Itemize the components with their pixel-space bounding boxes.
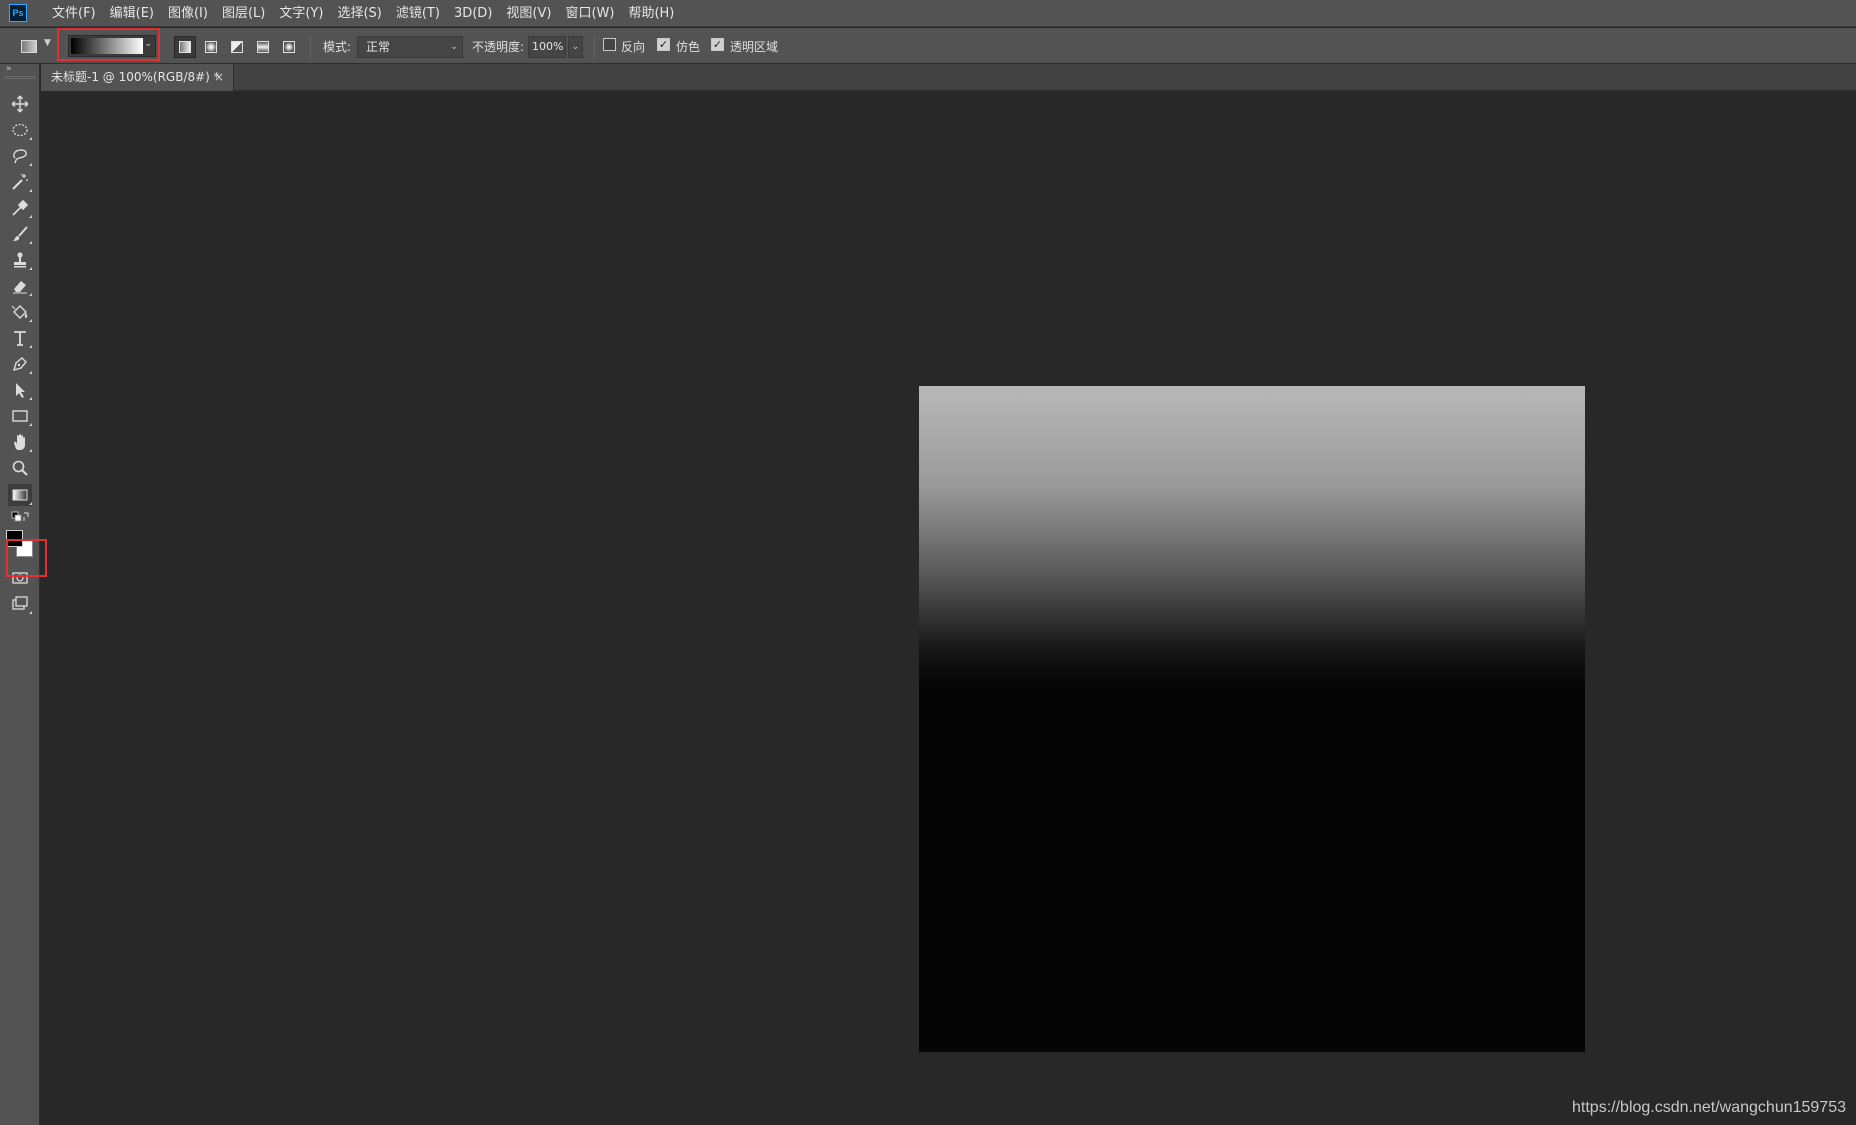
magic-wand-icon — [12, 173, 28, 190]
document-canvas[interactable] — [919, 386, 1585, 1052]
linear-gradient-icon — [179, 41, 191, 53]
menu-window[interactable]: 窗口(W) — [558, 0, 621, 27]
document-tab[interactable]: 未标题-1 @ 100%(RGB/8#) * × — [41, 64, 234, 91]
brush-icon — [13, 226, 28, 241]
options-divider — [594, 36, 595, 58]
collapse-panel-icon[interactable]: » — [6, 64, 12, 74]
stamp-icon — [14, 252, 26, 268]
menu-edit[interactable]: 编辑(E) — [103, 0, 161, 27]
opacity-input[interactable]: 100% — [528, 36, 566, 58]
menu-help[interactable]: 帮助(H) — [621, 0, 681, 27]
menu-view[interactable]: 视图(V) — [499, 0, 558, 27]
dither-label: 仿色 — [676, 40, 701, 54]
panel-grip[interactable] — [4, 76, 36, 79]
elliptical-marquee-tool[interactable] — [8, 119, 32, 141]
angle-gradient-button[interactable] — [226, 36, 248, 58]
gradient-picker[interactable]: ⌄ — [68, 35, 156, 57]
reverse-checkbox[interactable] — [603, 38, 616, 51]
hand-icon — [14, 434, 25, 450]
transparency-checkbox[interactable]: ✓ — [711, 38, 724, 51]
gradient-icon — [12, 489, 28, 501]
move-tool[interactable] — [8, 93, 32, 115]
diamond-gradient-button[interactable] — [278, 36, 300, 58]
clone-stamp-tool[interactable] — [8, 249, 32, 271]
reflected-gradient-button[interactable] — [252, 36, 274, 58]
menu-select[interactable]: 选择(S) — [330, 0, 388, 27]
menu-layer[interactable]: 图层(L) — [215, 0, 272, 27]
pen-tool[interactable] — [8, 353, 32, 375]
watermark: https://blog.csdn.net/wangchun159753 — [1572, 1099, 1846, 1116]
menu-file[interactable]: 文件(F) — [45, 0, 103, 27]
gradient-tool-highlight — [6, 539, 47, 577]
chevron-down-icon[interactable]: ⌄ — [144, 39, 152, 49]
diamond-gradient-icon — [283, 41, 295, 53]
gradient-tool-preset-icon — [21, 40, 37, 53]
angle-gradient-icon — [231, 41, 243, 53]
chevron-down-icon[interactable]: ▼ — [44, 38, 51, 48]
linear-gradient-button[interactable] — [174, 36, 196, 58]
brush-tool[interactable] — [8, 223, 32, 245]
menu-3d[interactable]: 3D(D) — [447, 0, 499, 27]
gradient-swatch[interactable] — [71, 38, 143, 54]
radial-gradient-button[interactable] — [200, 36, 222, 58]
rectangle-icon — [12, 410, 28, 422]
screen-mode-button[interactable] — [8, 593, 32, 615]
workspace[interactable] — [41, 92, 1856, 1125]
rectangle-tool[interactable] — [8, 405, 32, 427]
lasso-tool[interactable] — [8, 145, 32, 167]
eraser-tool[interactable] — [8, 275, 32, 297]
paint-bucket-icon — [11, 305, 28, 319]
type-tool[interactable] — [8, 327, 32, 349]
type-icon — [14, 331, 26, 346]
zoom-tool[interactable] — [8, 457, 32, 479]
menu-bar: Ps 文件(F) 编辑(E) 图像(I) 图层(L) 文字(Y) 选择(S) 滤… — [0, 0, 1856, 27]
tool-preset-picker[interactable] — [18, 37, 42, 57]
options-bar: ▼ ⌄ 模式: 正常 ⌄ 不透明度: 100% ⌄ 反向 ✓ 仿色 ✓ 透明区域 — [0, 28, 1856, 64]
default-colors-button[interactable] — [8, 510, 32, 524]
photoshop-logo-icon[interactable]: Ps — [9, 4, 27, 22]
menu-image[interactable]: 图像(I) — [161, 0, 215, 27]
eyedropper-icon — [12, 199, 29, 216]
path-select-icon — [16, 383, 25, 398]
screen-mode-icon — [12, 596, 28, 610]
mode-select[interactable]: 正常 ⌄ — [357, 36, 463, 58]
path-selection-tool[interactable] — [8, 379, 32, 401]
pen-icon — [12, 357, 27, 372]
document-tab-title: 未标题-1 @ 100%(RGB/8#) * — [51, 70, 220, 84]
lasso-icon — [13, 149, 27, 164]
options-divider — [310, 36, 311, 58]
menu-filter[interactable]: 滤镜(T) — [389, 0, 447, 27]
gradient-tool[interactable] — [8, 484, 32, 506]
menu-type[interactable]: 文字(Y) — [272, 0, 330, 27]
close-icon[interactable]: × — [214, 64, 224, 91]
radial-gradient-icon — [205, 41, 217, 53]
opacity-dropdown-button[interactable]: ⌄ — [568, 36, 583, 58]
reverse-label: 反向 — [621, 40, 646, 54]
opacity-value: 100% — [532, 40, 564, 53]
dither-checkbox[interactable]: ✓ — [657, 38, 670, 51]
hand-tool[interactable] — [8, 431, 32, 453]
eraser-icon — [13, 281, 27, 294]
magic-wand-tool[interactable] — [8, 171, 32, 193]
transparency-label: 透明区域 — [730, 40, 779, 54]
ellipse-marquee-icon — [12, 123, 28, 137]
mode-label: 模式: — [323, 40, 352, 54]
reflected-gradient-icon — [257, 41, 269, 53]
opacity-label: 不透明度: — [472, 40, 525, 54]
eyedropper-tool[interactable] — [8, 197, 32, 219]
move-icon — [11, 95, 29, 113]
document-tab-bar: 未标题-1 @ 100%(RGB/8#) * × — [41, 64, 1856, 91]
tools-panel: » — [0, 64, 47, 1125]
paint-bucket-tool[interactable] — [8, 301, 32, 323]
chevron-down-icon: ⌄ — [450, 42, 458, 52]
zoom-icon — [12, 460, 28, 476]
default-colors-icon — [11, 511, 29, 522]
mode-value: 正常 — [366, 40, 391, 54]
